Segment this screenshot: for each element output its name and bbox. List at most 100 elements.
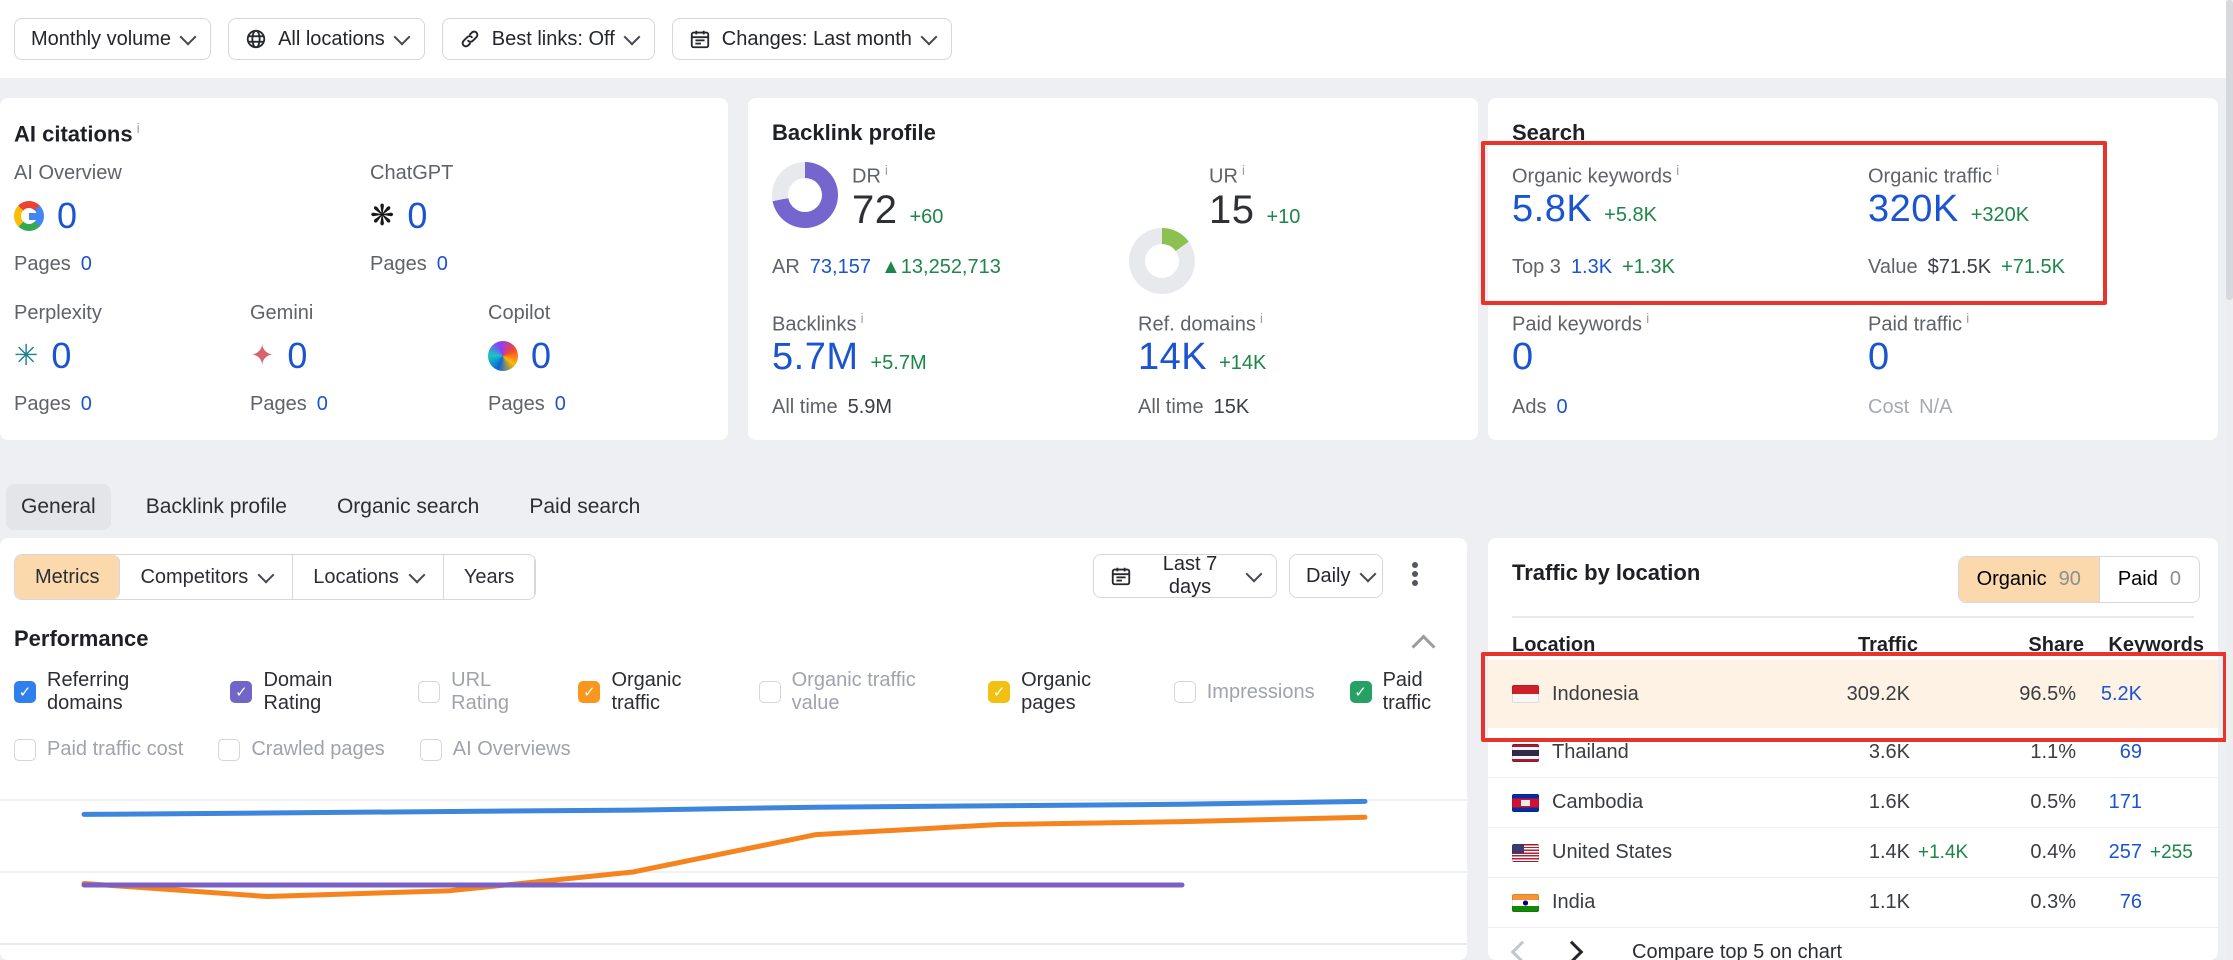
link-icon	[459, 28, 481, 50]
info-icon[interactable]: i	[1646, 310, 1649, 326]
keywords-link[interactable]: 257	[2076, 841, 2142, 864]
granularity-button[interactable]: Daily	[1289, 554, 1383, 598]
column-location[interactable]: Location	[1512, 634, 1834, 657]
keywords-link[interactable]: 76	[2076, 891, 2142, 914]
paid-keywords-label: Paid keywordsi	[1512, 310, 1649, 337]
checkbox[interactable]	[14, 739, 36, 761]
ai-engine-card: Copilot 0 Pages 0	[488, 302, 708, 416]
metric-checkbox-item[interactable]: ✓ Domain Rating	[230, 669, 383, 715]
keywords-link[interactable]: 69	[2076, 741, 2142, 764]
keywords-link[interactable]: 5.2K	[2076, 683, 2142, 706]
organic-paid-toggle: Organic 90 Paid 0	[1958, 556, 2200, 603]
section-tab[interactable]: Paid search	[514, 484, 655, 530]
previous-page-chevron-icon[interactable]	[1511, 941, 1534, 960]
scrollbar-thumb[interactable]	[2226, 0, 2233, 300]
column-share[interactable]: Share	[1988, 634, 2084, 657]
ai-citations-count[interactable]: 0	[57, 195, 78, 237]
filter-button[interactable]: All locations	[228, 18, 425, 60]
segment-button[interactable]: Locations	[293, 555, 444, 599]
chatgpt-icon: ❋	[370, 202, 394, 231]
ads-value[interactable]: 0	[1556, 396, 1567, 419]
ai-citations-count[interactable]: 0	[531, 335, 552, 377]
info-icon[interactable]: i	[1966, 310, 1969, 326]
calendar-icon	[1110, 565, 1132, 587]
organic-traffic-value[interactable]: 320K	[1868, 188, 1959, 231]
metric-checkbox-item[interactable]: Crawled pages	[218, 738, 384, 761]
checkbox[interactable]	[218, 739, 240, 761]
info-icon[interactable]: i	[1676, 162, 1679, 178]
checkbox[interactable]: ✓	[578, 681, 600, 703]
metric-checkbox-item[interactable]: Paid traffic cost	[14, 738, 183, 761]
filter-label: All locations	[278, 28, 385, 51]
location-pagination: Compare top 5 on chart	[1514, 930, 1842, 960]
metric-checkbox-item[interactable]: ✓ Organic traffic	[578, 669, 723, 715]
paid-traffic-value[interactable]: 0	[1868, 336, 1890, 379]
checkbox[interactable]	[420, 739, 442, 761]
metric-checkbox-item[interactable]: ✓ Referring domains	[14, 669, 195, 715]
location-table-row[interactable]: United States 1.4K +1.4K 0.4% 257 +255	[1488, 828, 2218, 878]
location-table-row[interactable]: Thailand 3.6K 1.1% 69	[1488, 728, 2218, 778]
top3-label: Top 3	[1512, 256, 1561, 279]
info-icon[interactable]: i	[1242, 162, 1245, 178]
location-table-row[interactable]: India 1.1K 0.3% 76	[1488, 878, 2218, 928]
location-table-row[interactable]: Cambodia 1.6K 0.5% 171	[1488, 778, 2218, 828]
filter-button[interactable]: Best links: Off	[442, 18, 655, 60]
metric-label: AI Overviews	[453, 738, 571, 761]
pages-count[interactable]: 0	[81, 253, 92, 276]
checkbox[interactable]	[1174, 681, 1196, 703]
paid-toggle-button[interactable]: Paid 0	[2099, 557, 2199, 602]
keywords-link[interactable]: 171	[2076, 791, 2142, 814]
ref-domains-value[interactable]: 14K	[1138, 336, 1207, 379]
kebab-icon	[1412, 562, 1418, 568]
next-page-chevron-icon[interactable]	[1561, 941, 1584, 960]
compare-top5-label[interactable]: Compare top 5 on chart	[1632, 941, 1842, 960]
section-tab[interactable]: Organic search	[322, 484, 494, 530]
info-icon[interactable]: i	[1996, 162, 1999, 178]
ar-value[interactable]: 73,157	[810, 256, 871, 279]
column-traffic[interactable]: Traffic	[1834, 634, 1918, 657]
segment-button[interactable]: Metrics	[15, 555, 120, 599]
top3-value[interactable]: 1.3K	[1571, 256, 1612, 279]
info-icon[interactable]: i	[885, 162, 888, 178]
metric-checkbox-item[interactable]: ✓ Paid traffic	[1350, 669, 1467, 715]
segment-button[interactable]: Competitors	[120, 555, 293, 599]
checkbox[interactable]: ✓	[14, 681, 36, 703]
checkbox[interactable]	[418, 681, 440, 703]
checkbox[interactable]: ✓	[230, 681, 252, 703]
info-icon[interactable]: i	[860, 310, 863, 326]
column-keywords[interactable]: Keywords	[2084, 634, 2204, 657]
more-options-kebab[interactable]	[1402, 556, 1428, 596]
metric-checkbox-item[interactable]: URL Rating	[418, 669, 543, 715]
organic-keywords-value[interactable]: 5.8K	[1512, 188, 1592, 231]
backlinks-value[interactable]: 5.7M	[772, 336, 858, 379]
filter-button[interactable]: Changes: Last month	[672, 18, 952, 60]
ai-citations-count[interactable]: 0	[287, 335, 308, 377]
filter-button[interactable]: Monthly volume	[14, 18, 211, 60]
performance-title: Performance	[14, 626, 149, 652]
metric-checkbox-item[interactable]: ✓ Organic pages	[988, 669, 1139, 715]
location-table-row[interactable]: Indonesia 309.2K 96.5% 5.2K	[1488, 660, 2218, 728]
ai-citations-count[interactable]: 0	[51, 335, 72, 377]
pages-count[interactable]: 0	[81, 393, 92, 416]
section-tab[interactable]: Backlink profile	[131, 484, 302, 530]
checkbox[interactable]: ✓	[1350, 681, 1372, 703]
info-icon[interactable]: i	[137, 120, 140, 136]
metric-checkbox-item[interactable]: Organic traffic value	[759, 669, 953, 715]
metric-checkbox-item[interactable]: Impressions	[1174, 669, 1315, 715]
scrollbar-track[interactable]	[2226, 0, 2233, 960]
pages-count[interactable]: 0	[555, 393, 566, 416]
pages-count[interactable]: 0	[317, 393, 328, 416]
ai-citations-count[interactable]: 0	[407, 195, 428, 237]
pages-count[interactable]: 0	[437, 253, 448, 276]
info-icon[interactable]: i	[1260, 310, 1263, 326]
segment-button[interactable]: Years	[444, 555, 535, 599]
checkbox[interactable]	[759, 681, 781, 703]
organic-toggle-button[interactable]: Organic 90	[1959, 557, 2099, 602]
section-tab[interactable]: General	[6, 484, 111, 530]
collapse-chevron-up-icon[interactable]	[1411, 634, 1435, 658]
checkbox[interactable]: ✓	[988, 681, 1010, 703]
organic-toggle-count: 90	[2059, 568, 2081, 591]
paid-keywords-value[interactable]: 0	[1512, 336, 1534, 379]
metric-checkbox-item[interactable]: AI Overviews	[420, 738, 571, 761]
date-range-button[interactable]: Last 7 days	[1093, 554, 1277, 598]
